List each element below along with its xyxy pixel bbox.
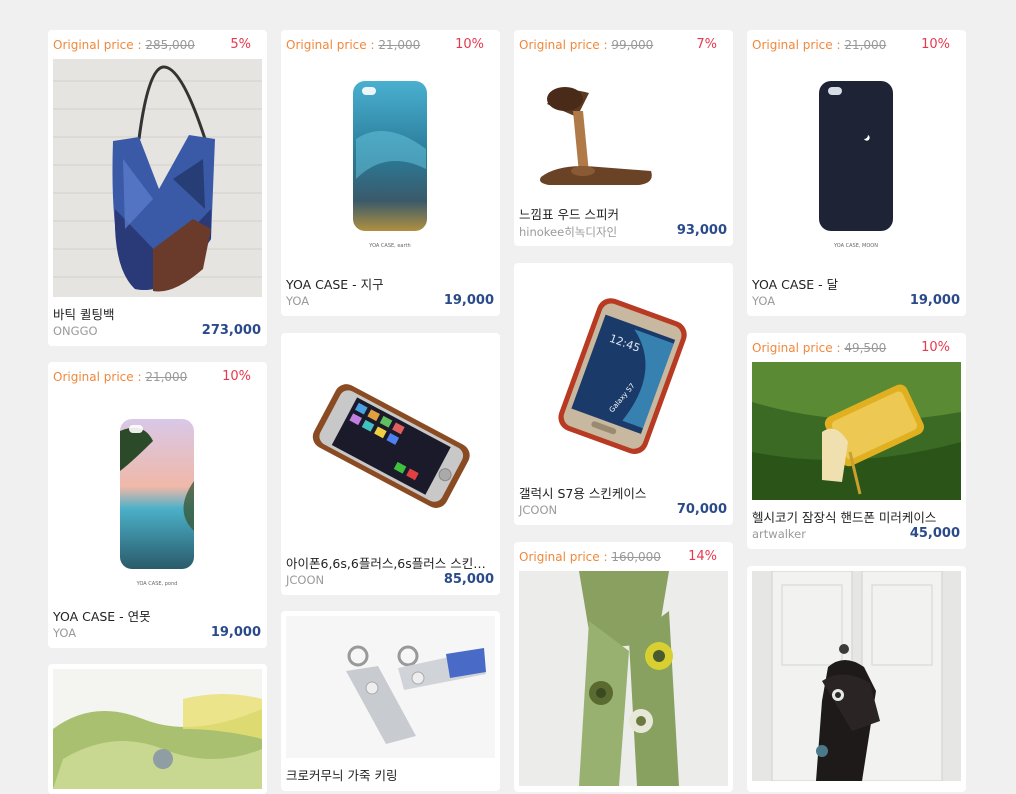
brand-name[interactable]: YOA <box>53 626 76 640</box>
product-name[interactable]: YOA CASE - 달 <box>752 274 957 293</box>
product-image[interactable] <box>519 571 728 786</box>
original-price-row: Original price : 99,000 7% <box>514 30 733 59</box>
original-price: 160,000 <box>611 550 661 564</box>
product-image[interactable]: YOA CASE, pond <box>53 391 262 599</box>
product-image[interactable] <box>286 338 495 546</box>
image-caption: YOA CASE, pond <box>136 581 178 587</box>
brand-name[interactable]: YOA <box>286 294 309 308</box>
sale-price: 45,000 <box>909 526 960 541</box>
brand-name[interactable]: artwalker <box>752 527 806 541</box>
product-image[interactable]: YOA CASE, MOON <box>752 59 961 267</box>
original-price-row: Original price : 160,000 14% <box>514 542 733 571</box>
product-card[interactable]: 12:45 Galaxy S7 갤럭시 S7용 스킨케이스 JCOON 70,0… <box>514 263 733 525</box>
original-price: 49,500 <box>844 341 887 355</box>
original-price-row: Original price : 21,000 10% <box>48 362 267 391</box>
original-price-row: Original price : 285,000 5% <box>48 30 267 59</box>
sale-price: 85,000 <box>443 572 494 587</box>
product-card[interactable] <box>48 664 267 794</box>
original-price: 99,000 <box>611 38 654 52</box>
discount-rate: 5% <box>230 37 251 52</box>
original-price-label: Original price : 285,000 <box>53 38 195 52</box>
image-caption: YOA CASE, MOON <box>833 243 878 249</box>
sale-price: 19,000 <box>909 293 960 308</box>
original-price-label: Original price : 21,000 <box>286 38 421 52</box>
original-price-row: Original price : 21,000 10% <box>747 30 966 59</box>
original-price: 285,000 <box>145 38 195 52</box>
product-name[interactable]: YOA CASE - 연못 <box>53 606 258 625</box>
product-image[interactable] <box>752 571 961 781</box>
brand-name[interactable]: ONGGO <box>53 324 98 338</box>
original-price: 21,000 <box>844 38 887 52</box>
product-name[interactable]: 아이폰6,6s,6플러스,6s플러스 스킨케이스 <box>286 553 491 572</box>
product-card[interactable]: Original price : 99,000 7% 느낌표 우드 스피커 hi… <box>514 30 733 246</box>
product-image[interactable] <box>519 59 728 197</box>
product-card[interactable]: Original price : 160,000 14% <box>514 542 733 792</box>
discount-rate: 10% <box>921 37 950 52</box>
product-name[interactable]: 크로커무늬 가죽 키링 <box>286 765 491 784</box>
original-price-label: Original price : 160,000 <box>519 550 661 564</box>
product-image[interactable] <box>752 362 961 500</box>
original-price: 21,000 <box>378 38 421 52</box>
original-price: 21,000 <box>145 370 188 384</box>
brand-name[interactable]: YOA <box>752 294 775 308</box>
product-grid: Original price : 285,000 5% 바틱 퀼팅백 ONGGO… <box>0 0 1016 794</box>
product-card[interactable]: 아이폰6,6s,6플러스,6s플러스 스킨케이스 JCOON 85,000 <box>281 333 500 595</box>
original-price-row: Original price : 49,500 10% <box>747 333 966 362</box>
product-card[interactable]: Original price : 21,000 10% YOA CASE, MO… <box>747 30 966 316</box>
product-image[interactable] <box>53 669 262 789</box>
product-name[interactable]: YOA CASE - 지구 <box>286 274 491 293</box>
brand-name[interactable]: JCOON <box>286 573 324 587</box>
brand-name[interactable]: hinokee히녹디자인 <box>519 224 617 240</box>
discount-rate: 7% <box>696 37 717 52</box>
product-name[interactable]: 바틱 퀼팅백 <box>53 304 258 323</box>
sale-price: 273,000 <box>201 323 261 338</box>
product-image[interactable] <box>286 616 495 758</box>
brand-name[interactable]: JCOON <box>519 503 557 517</box>
product-name[interactable]: 갤럭시 S7용 스킨케이스 <box>519 483 724 502</box>
product-image[interactable]: 12:45 Galaxy S7 <box>519 268 728 476</box>
sale-price: 19,000 <box>210 625 261 640</box>
discount-rate: 14% <box>688 549 717 564</box>
original-price-label: Original price : 21,000 <box>752 38 887 52</box>
product-card[interactable]: Original price : 21,000 10% YOA CASE, po… <box>48 362 267 648</box>
original-price-row: Original price : 21,000 10% <box>281 30 500 59</box>
product-image[interactable] <box>53 59 262 297</box>
product-card[interactable]: Original price : 285,000 5% 바틱 퀼팅백 ONGGO… <box>48 30 267 346</box>
image-caption: YOA CASE, earth <box>368 243 410 249</box>
product-image[interactable]: YOA CASE, earth <box>286 59 495 267</box>
original-price-label: Original price : 21,000 <box>53 370 188 384</box>
discount-rate: 10% <box>222 369 251 384</box>
original-price-label: Original price : 49,500 <box>752 341 887 355</box>
sale-price: 93,000 <box>676 223 727 238</box>
product-card[interactable]: Original price : 21,000 10% YOA CASE, ea… <box>281 30 500 316</box>
product-name[interactable]: 느낌표 우드 스피커 <box>519 204 724 223</box>
product-card[interactable]: 크로커무늬 가죽 키링 <box>281 611 500 791</box>
discount-rate: 10% <box>921 340 950 355</box>
original-price-label: Original price : 99,000 <box>519 38 654 52</box>
discount-rate: 10% <box>455 37 484 52</box>
sale-price: 19,000 <box>443 293 494 308</box>
product-card[interactable] <box>747 566 966 792</box>
product-name[interactable]: 헬시코기 잠장식 핸드폰 미러케이스 <box>752 507 957 526</box>
product-card[interactable]: Original price : 49,500 10% 헬시코기 잠장식 핸드폰… <box>747 333 966 549</box>
sale-price: 70,000 <box>676 502 727 517</box>
